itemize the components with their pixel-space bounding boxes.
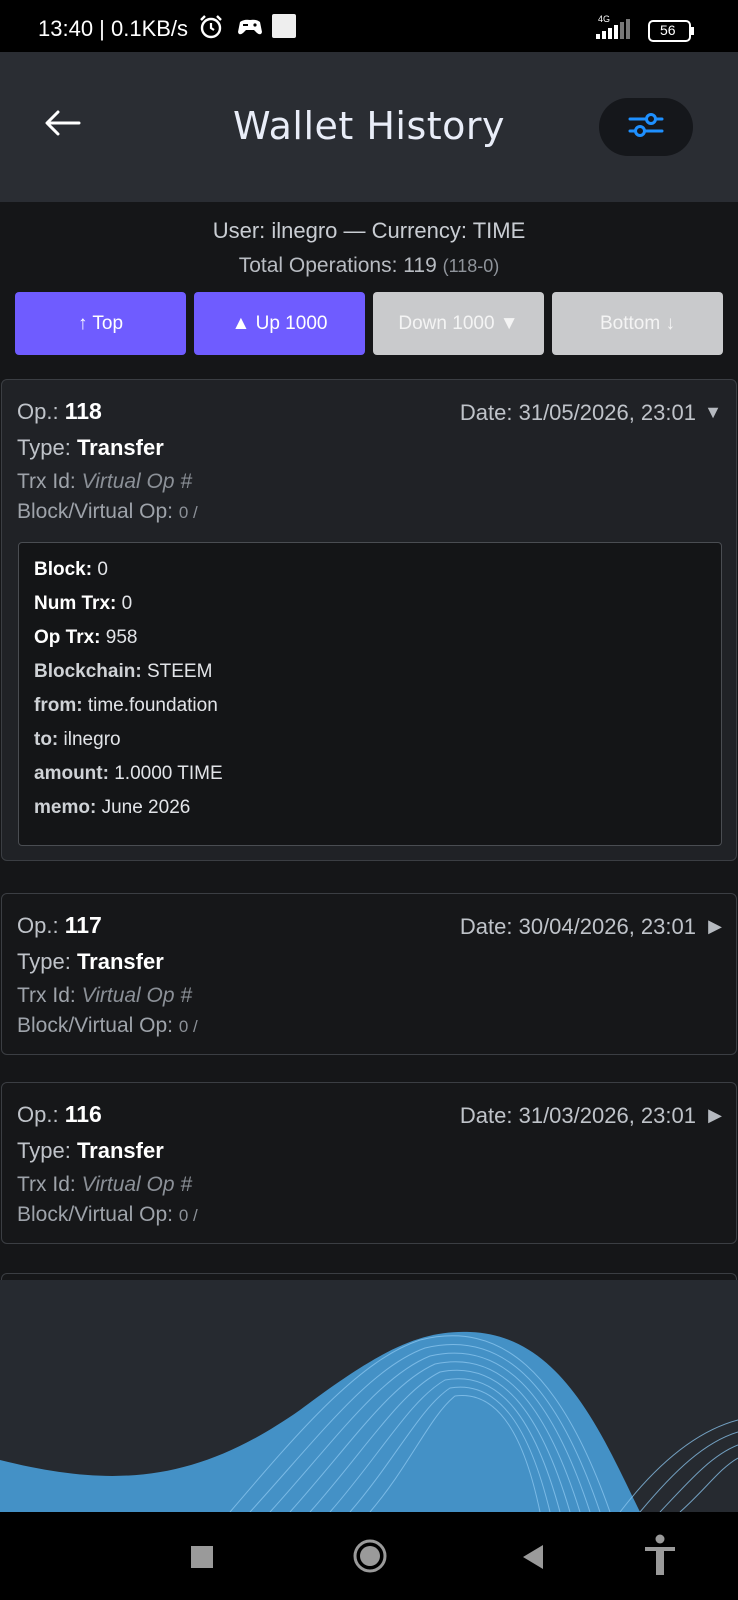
op-date: Date: 30/04/2026, 23:01 xyxy=(459,914,696,939)
operation-card[interactable]: Op.: 116 Date: 31/03/2026, 23:01 ▶ Type:… xyxy=(1,1082,737,1244)
app-header: Wallet History xyxy=(0,52,738,202)
page-navigation: ↑ Top ▲ Up 1000 Down 1000 ▼ Bottom ↓ xyxy=(15,292,723,356)
wave-decoration xyxy=(0,1280,738,1512)
operation-card[interactable]: Op.: 117 Date: 30/04/2026, 23:01 ▶ Type:… xyxy=(1,893,737,1055)
expand-arrow-icon[interactable]: ▶ xyxy=(708,916,722,937)
down-1000-button[interactable]: Down 1000 ▼ xyxy=(373,292,544,355)
op-trx-id: Trx Id: Virtual Op # xyxy=(17,1173,193,1196)
operation-details: Block: 0 Num Trx: 0 Op Trx: 958 Blockcha… xyxy=(18,542,722,846)
total-operations-label: Total Operations: 119 xyxy=(238,254,437,277)
back-triangle-icon[interactable] xyxy=(522,1544,544,1575)
status-time-speed: 13:40 | 0.1KB/s xyxy=(38,16,189,41)
operations-list: Op.: 118 Date: 31/05/2026, 23:01 ▼ Type:… xyxy=(0,370,738,1280)
game-controller-icon xyxy=(236,16,264,43)
home-circle-icon[interactable] xyxy=(352,1538,388,1579)
detail-amount: amount: 1.0000 TIME xyxy=(34,763,223,784)
op-date: Date: 31/05/2026, 23:01 xyxy=(459,400,696,425)
detail-from: from: time.foundation xyxy=(34,695,218,716)
sliders-icon xyxy=(628,110,664,145)
accessibility-icon[interactable] xyxy=(643,1534,677,1581)
battery-level: 56 xyxy=(660,22,676,38)
total-operations: Total Operations: 119 (118-0) xyxy=(0,254,738,278)
operation-card-peek xyxy=(1,1273,737,1280)
op-number: Op.: 116 xyxy=(17,1101,102,1127)
top-button[interactable]: ↑ Top xyxy=(15,292,186,355)
user-currency-label: User: ilnegro — Currency: TIME xyxy=(212,218,526,243)
up-1000-button[interactable]: ▲ Up 1000 xyxy=(194,292,365,355)
battery-icon: 56 xyxy=(648,20,696,47)
notification-square-icon xyxy=(272,14,296,43)
status-bar: 13:40 | 0.1KB/s 4G 56 xyxy=(0,0,738,52)
collapse-arrow-icon[interactable]: ▼ xyxy=(704,402,722,423)
op-type: Type: Transfer xyxy=(17,435,164,460)
filter-button[interactable] xyxy=(599,98,693,156)
signal-icon: 4G xyxy=(592,12,640,49)
expand-arrow-icon[interactable]: ▶ xyxy=(708,1105,722,1126)
op-block: Block/Virtual Op: 0 / xyxy=(17,500,198,523)
recents-square-icon[interactable] xyxy=(191,1546,213,1573)
op-trx-id: Trx Id: Virtual Op # xyxy=(17,984,193,1007)
detail-op-trx: Op Trx: 958 xyxy=(34,627,138,648)
alarm-icon xyxy=(198,14,224,45)
op-block: Block/Virtual Op: 0 / xyxy=(17,1014,198,1037)
network-label: 4G xyxy=(598,14,610,24)
detail-to: to: ilnegro xyxy=(34,729,121,750)
op-block: Block/Virtual Op: 0 / xyxy=(17,1203,198,1226)
total-operations-range: (118-0) xyxy=(442,256,500,276)
op-type: Type: Transfer xyxy=(17,949,164,974)
op-trx-id: Trx Id: Virtual Op # xyxy=(17,470,193,493)
detail-block: Block: 0 xyxy=(34,559,108,580)
op-number: Op.: 117 xyxy=(17,912,102,938)
op-date: Date: 31/03/2026, 23:01 xyxy=(459,1103,696,1128)
operation-card[interactable]: Op.: 118 Date: 31/05/2026, 23:01 ▼ Type:… xyxy=(1,379,737,861)
system-nav-bar xyxy=(0,1512,738,1600)
detail-num-trx: Num Trx: 0 xyxy=(34,593,133,614)
detail-blockchain: Blockchain: STEEM xyxy=(34,661,213,682)
bottom-button[interactable]: Bottom ↓ xyxy=(552,292,723,355)
detail-memo: memo: June 2026 xyxy=(34,797,191,818)
op-type: Type: Transfer xyxy=(17,1138,164,1163)
op-number: Op.: 118 xyxy=(17,398,102,424)
history-info: User: ilnegro — Currency: TIME Total Ope… xyxy=(0,202,738,370)
